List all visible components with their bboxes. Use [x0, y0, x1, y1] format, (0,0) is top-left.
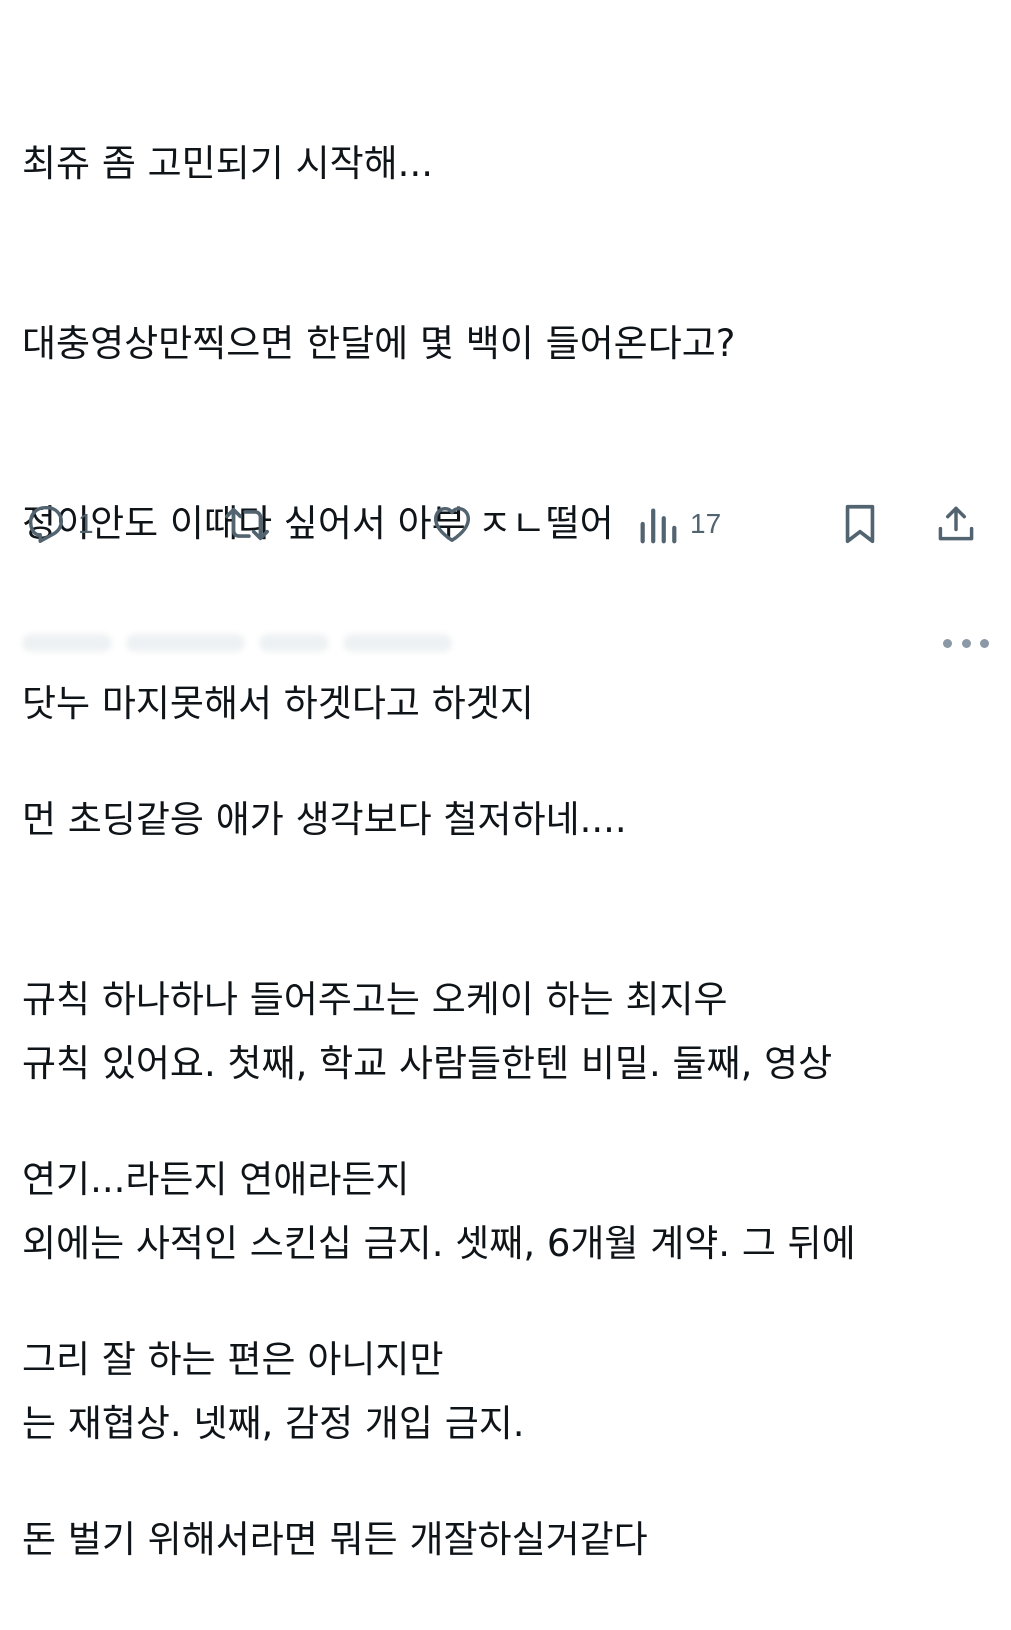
more-options-icon[interactable]	[943, 630, 989, 656]
tweet-line: 먼 초딩같응 애가 생각보다 철저하네....	[22, 798, 627, 841]
heart-icon	[428, 501, 476, 547]
tweet-line: 그리 잘 하는 편은 아니지만	[22, 1338, 444, 1381]
reply-icon	[22, 501, 68, 547]
tweet-line: 대충영상만찍으면 한달에 몇 백이 들어온다고?	[22, 322, 736, 365]
tweet-line: 돈 벌기 위해서라면 뭐든 개잘하실거같다	[22, 1518, 648, 1561]
reply-header	[0, 622, 1011, 666]
tweet-line: 규칙 하나하나 들어주고는 오케이 하는 최지우	[22, 978, 728, 1021]
views-button[interactable]: 17	[636, 494, 721, 554]
bookmark-button[interactable]	[840, 494, 880, 554]
reply-button[interactable]: 1	[22, 494, 94, 554]
like-button[interactable]	[428, 494, 486, 554]
retweet-icon	[222, 501, 272, 547]
analytics-icon	[636, 501, 680, 547]
views-count: 17	[690, 508, 722, 539]
share-icon	[934, 501, 978, 547]
retweet-button[interactable]	[222, 494, 282, 554]
tweet-line: 연기...라든지 연애라든지	[22, 1158, 410, 1201]
blurred-author-info	[22, 630, 452, 656]
tweet-action-bar: 1 17	[0, 494, 1011, 554]
share-button[interactable]	[934, 494, 978, 554]
reply-tweet-body: 먼 초딩같응 애가 생각보다 철저하네.... 규칙 하나하나 들어주고는 오케…	[22, 670, 728, 1630]
tweet-line: 최쥬 좀 고민되기 시작해...	[22, 142, 433, 185]
bookmark-icon	[840, 501, 880, 547]
reply-count: 1	[78, 508, 94, 539]
